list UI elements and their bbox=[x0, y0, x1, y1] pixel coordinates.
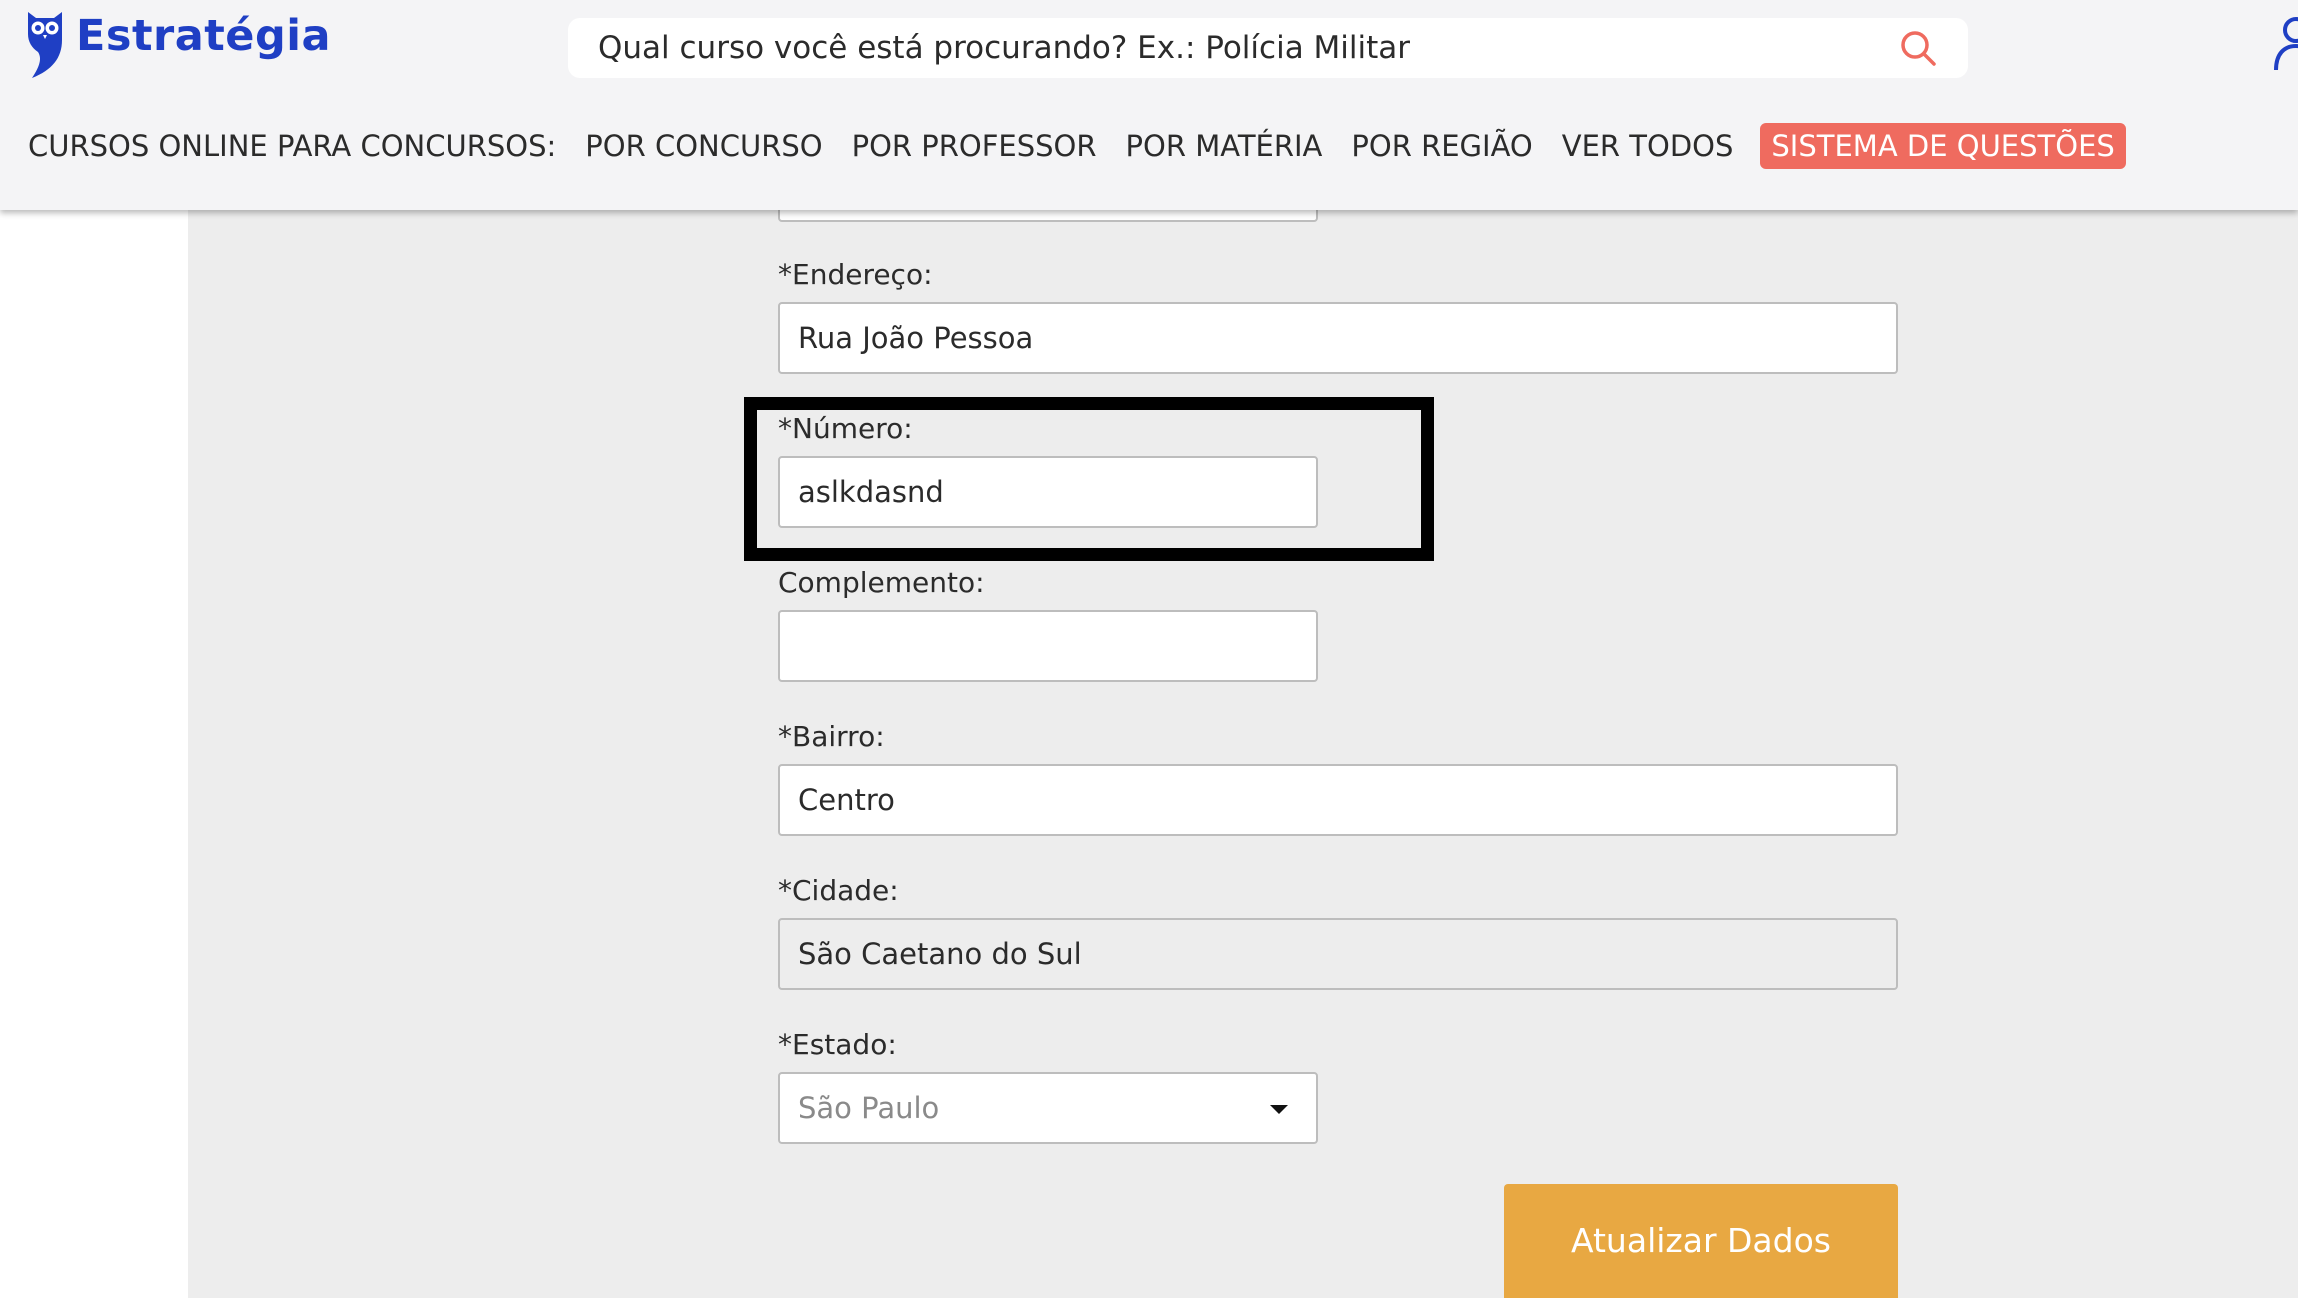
endereco-input[interactable] bbox=[778, 302, 1898, 374]
endereco-label: *Endereço: bbox=[778, 258, 933, 291]
logo[interactable]: Estratégia bbox=[24, 6, 331, 80]
estado-label: *Estado: bbox=[778, 1028, 897, 1061]
search-icon[interactable] bbox=[1898, 28, 1938, 68]
bairro-label: *Bairro: bbox=[778, 720, 885, 753]
nav-item-por-professor[interactable]: POR PROFESSOR bbox=[852, 129, 1097, 163]
logo-text: Estratégia bbox=[76, 11, 332, 61]
chevron-down-icon bbox=[1270, 1105, 1288, 1114]
course-nav: CURSOS ONLINE PARA CONCURSOS: POR CONCUR… bbox=[28, 122, 2155, 170]
search-bar[interactable] bbox=[568, 18, 1968, 78]
nav-item-por-materia[interactable]: POR MATÉRIA bbox=[1126, 129, 1323, 163]
complemento-label: Complemento: bbox=[778, 566, 985, 599]
numero-label: *Número: bbox=[778, 412, 913, 445]
estado-select-value: São Paulo bbox=[798, 1091, 940, 1125]
site-header: Estratégia CURSOS ONLINE PARA CONCURSOS:… bbox=[0, 0, 2298, 210]
cidade-label: *Cidade: bbox=[778, 874, 899, 907]
complemento-input[interactable] bbox=[778, 610, 1318, 682]
user-icon[interactable] bbox=[2272, 12, 2298, 74]
cidade-input[interactable] bbox=[778, 918, 1898, 990]
estado-select[interactable]: São Paulo bbox=[778, 1072, 1318, 1144]
page: *Endereço: *Número: Complemento: *Bairro… bbox=[0, 0, 2298, 1298]
owl-logo-icon bbox=[28, 12, 62, 78]
nav-item-sistema-de-questoes[interactable]: SISTEMA DE QUESTÕES bbox=[1760, 123, 2126, 169]
nav-label: CURSOS ONLINE PARA CONCURSOS: bbox=[28, 129, 557, 163]
nav-item-ver-todos[interactable]: VER TODOS bbox=[1562, 129, 1734, 163]
numero-input[interactable] bbox=[778, 456, 1318, 528]
bairro-input[interactable] bbox=[778, 764, 1898, 836]
nav-item-por-regiao[interactable]: POR REGIÃO bbox=[1351, 129, 1532, 163]
update-data-button[interactable]: Atualizar Dados bbox=[1504, 1184, 1898, 1298]
search-input[interactable] bbox=[568, 18, 1868, 78]
nav-item-por-concurso[interactable]: POR CONCURSO bbox=[585, 129, 822, 163]
